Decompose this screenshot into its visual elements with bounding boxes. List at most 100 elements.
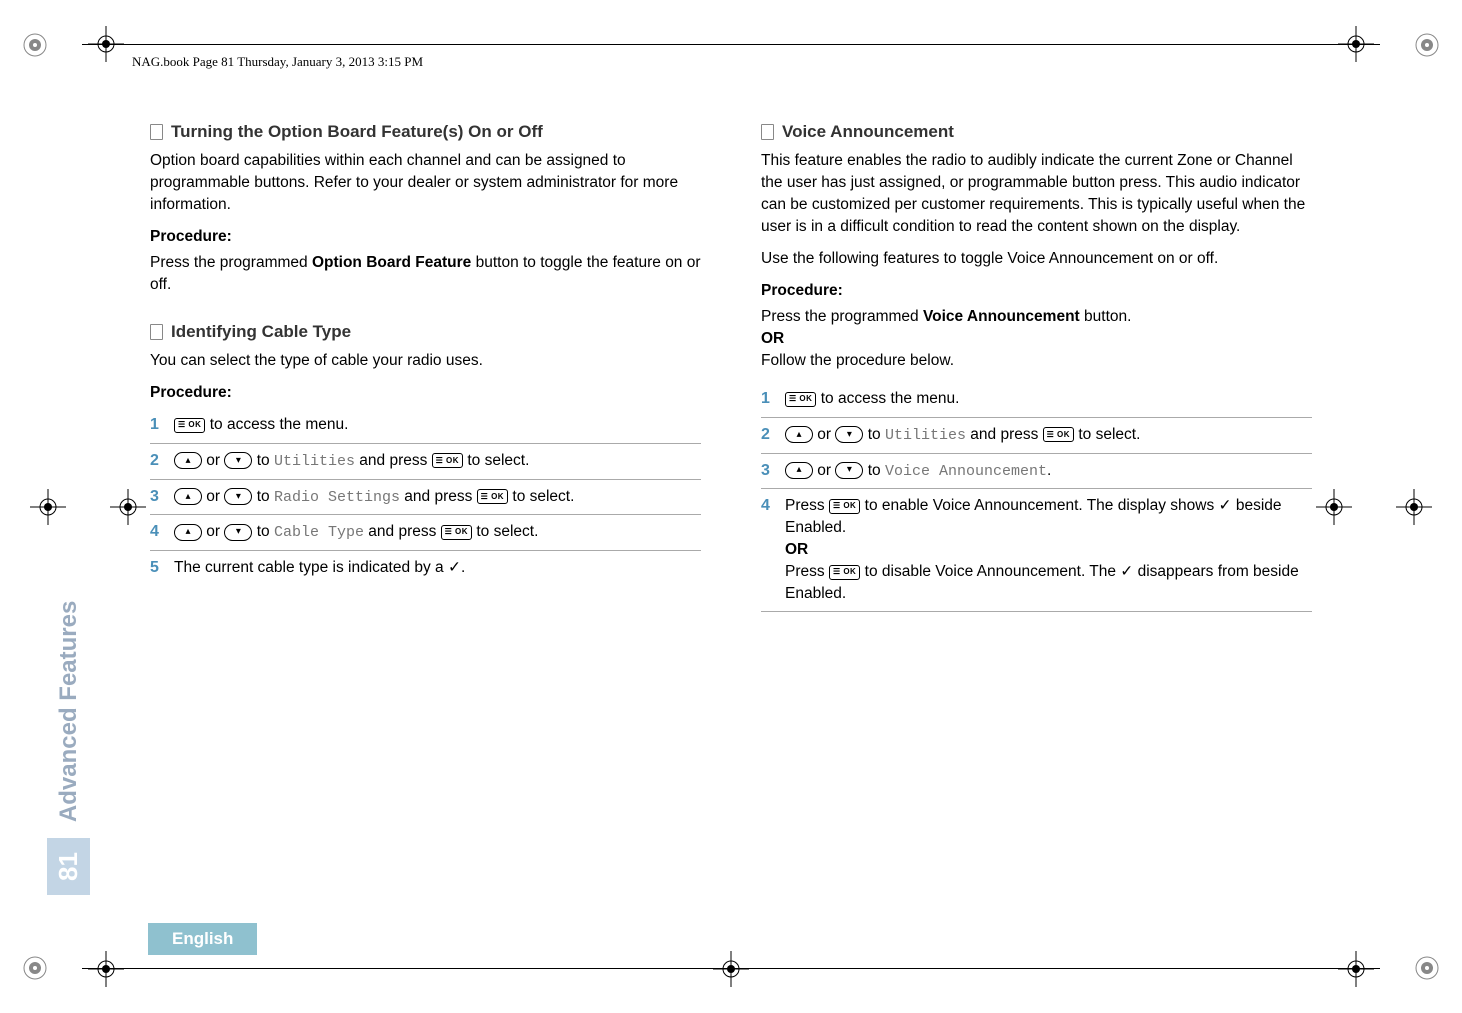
menu-ok-icon: ☰ OK: [477, 489, 508, 504]
text: Press: [785, 497, 829, 514]
step-2: 2 ▴ or ▾ to Utilities and press ☰ OK to …: [150, 444, 701, 480]
registration-mark-icon: [1414, 955, 1440, 981]
body-text: Use the following features to toggle Voi…: [761, 248, 1312, 270]
procedure-steps: 1 ☰ OK to access the menu. 2 ▴ or ▾ to U…: [761, 382, 1312, 612]
text: to: [252, 488, 274, 505]
step-body: ☰ OK to access the menu.: [785, 388, 1312, 410]
step-number: 4: [761, 495, 773, 518]
page-header-text: NAG.book Page 81 Thursday, January 3, 20…: [132, 54, 423, 70]
text: to access the menu.: [816, 390, 959, 407]
text: to enable Voice Announcement. The displa…: [860, 497, 1218, 514]
menu-item-text: Cable Type: [274, 524, 364, 541]
page-icon: [150, 124, 163, 140]
text: .: [1047, 462, 1051, 479]
menu-ok-icon: ☰ OK: [1043, 427, 1074, 442]
crosshair-icon: [1338, 26, 1374, 62]
down-arrow-icon: ▾: [224, 452, 252, 469]
menu-ok-icon: ☰ OK: [432, 453, 463, 468]
text: to: [863, 462, 885, 479]
text: and press: [400, 488, 477, 505]
up-arrow-icon: ▴: [174, 488, 202, 505]
crosshair-icon: [1338, 951, 1374, 987]
text: or: [813, 462, 835, 479]
text: to select.: [463, 452, 529, 469]
or-text: OR: [785, 541, 808, 558]
body-text: Option board capabilities within each ch…: [150, 150, 701, 216]
section-heading-option-board: Turning the Option Board Feature(s) On o…: [150, 120, 701, 144]
page-icon: [761, 124, 774, 140]
up-arrow-icon: ▴: [785, 426, 813, 443]
text-bold: Voice Announcement: [923, 308, 1080, 325]
step-1: 1 ☰ OK to access the menu.: [761, 382, 1312, 418]
text: The current cable type is indicated by a: [174, 559, 448, 576]
up-arrow-icon: ▴: [174, 524, 202, 541]
registration-mark-icon: [1414, 32, 1440, 58]
down-arrow-icon: ▾: [835, 462, 863, 479]
step-number: 4: [150, 521, 162, 544]
crosshair-icon: [1316, 489, 1352, 525]
heading-text: Voice Announcement: [782, 120, 954, 144]
chapter-title: Advanced Features: [51, 591, 87, 832]
step-number: 5: [150, 557, 162, 580]
side-chapter-tab: 81 Advanced Features: [47, 591, 90, 895]
heading-text: Identifying Cable Type: [171, 320, 351, 344]
text: to: [252, 523, 274, 540]
step-2: 2 ▴ or ▾ to Utilities and press ☰ OK to …: [761, 418, 1312, 454]
text: or: [813, 426, 835, 443]
step-body: ☰ OK to access the menu.: [174, 414, 701, 436]
step-number: 2: [150, 450, 162, 473]
step-3: 3 ▴ or ▾ to Voice Announcement.: [761, 454, 1312, 490]
menu-ok-icon: ☰ OK: [441, 525, 472, 540]
procedure-label: Procedure:: [761, 280, 1312, 302]
crosshair-icon: [110, 489, 146, 525]
page-content: Turning the Option Board Feature(s) On o…: [150, 120, 1312, 943]
crop-line-top: [82, 44, 1380, 45]
step-body: The current cable type is indicated by a…: [174, 557, 701, 579]
procedure-steps: 1 ☰ OK to access the menu. 2 ▴ or ▾ to U…: [150, 408, 701, 586]
step-number: 3: [761, 460, 773, 483]
menu-ok-icon: ☰ OK: [829, 565, 860, 580]
step-4: 4 Press ☰ OK to enable Voice Announcemen…: [761, 489, 1312, 612]
text: to disable Voice Announcement. The: [860, 563, 1120, 580]
text: button.: [1080, 308, 1132, 325]
section-heading-voice-announcement: Voice Announcement: [761, 120, 1312, 144]
check-icon: ✓: [448, 559, 461, 576]
body-text: Press the programmed Voice Announcement …: [761, 306, 1312, 328]
down-arrow-icon: ▾: [835, 426, 863, 443]
crosshair-icon: [30, 489, 66, 525]
menu-item-text: Utilities: [274, 453, 355, 470]
page-icon: [150, 324, 163, 340]
menu-ok-icon: ☰ OK: [785, 392, 816, 407]
crosshair-icon: [88, 951, 124, 987]
menu-ok-icon: ☰ OK: [174, 418, 205, 433]
page-number: 81: [47, 838, 90, 895]
menu-item-text: Utilities: [885, 427, 966, 444]
check-icon: ✓: [1219, 497, 1232, 514]
text: Press: [785, 563, 829, 580]
step-body: Press ☰ OK to enable Voice Announcement.…: [785, 495, 1312, 605]
text: .: [461, 559, 465, 576]
step-3: 3 ▴ or ▾ to Radio Settings and press ☰ O…: [150, 480, 701, 516]
or-text: OR: [761, 328, 1312, 350]
step-number: 1: [150, 414, 162, 437]
text: to access the menu.: [205, 416, 348, 433]
step-body: ▴ or ▾ to Voice Announcement.: [785, 460, 1312, 482]
menu-ok-icon: ☰ OK: [829, 499, 860, 514]
menu-item-text: Voice Announcement: [885, 463, 1047, 480]
step-1: 1 ☰ OK to access the menu.: [150, 408, 701, 444]
up-arrow-icon: ▴: [174, 452, 202, 469]
step-number: 3: [150, 486, 162, 509]
text: to: [252, 452, 274, 469]
text: to select.: [508, 488, 574, 505]
text: and press: [355, 452, 432, 469]
text: to select.: [472, 523, 538, 540]
text: or: [202, 523, 224, 540]
step-body: ▴ or ▾ to Cable Type and press ☰ OK to s…: [174, 521, 701, 543]
text: or: [202, 488, 224, 505]
step-4: 4 ▴ or ▾ to Cable Type and press ☰ OK to…: [150, 515, 701, 551]
crosshair-icon: [88, 26, 124, 62]
heading-text: Turning the Option Board Feature(s) On o…: [171, 120, 543, 144]
body-text: You can select the type of cable your ra…: [150, 350, 701, 372]
body-text: Press the programmed Option Board Featur…: [150, 252, 701, 296]
text: and press: [364, 523, 441, 540]
